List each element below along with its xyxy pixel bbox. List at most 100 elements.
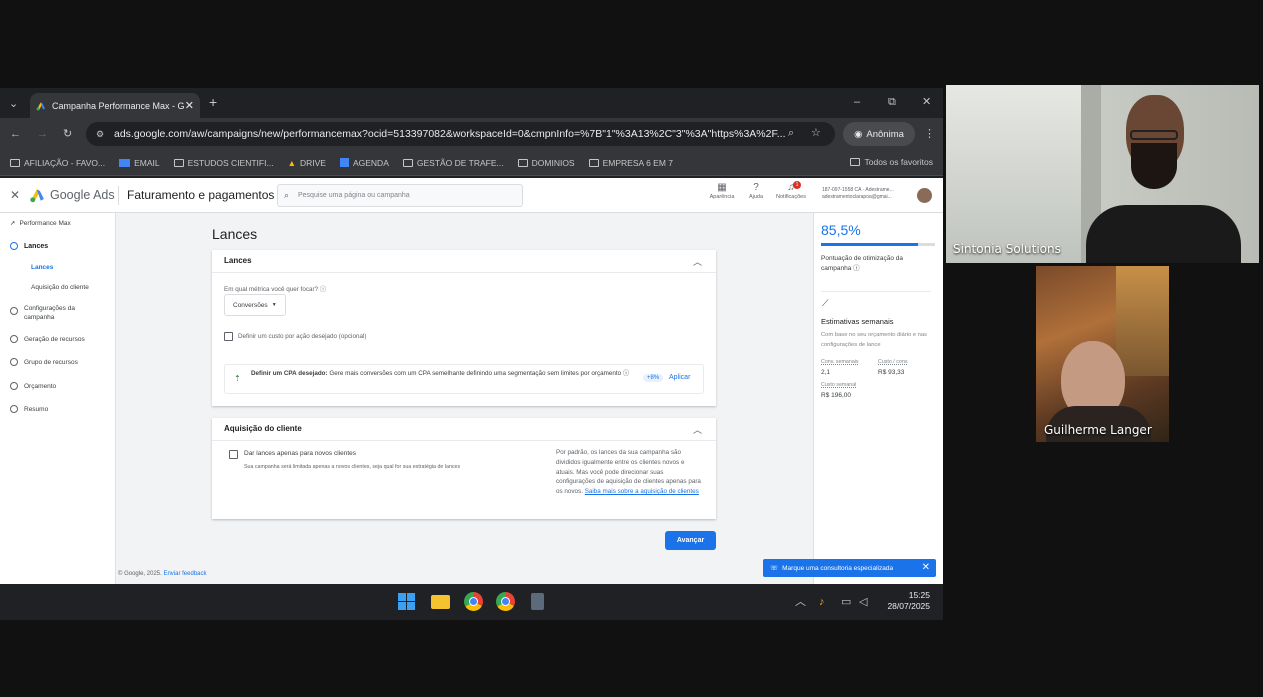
folder-icon xyxy=(850,158,861,166)
apply-button[interactable]: Aplicar xyxy=(669,374,690,381)
participant-name: Guilherme Langer xyxy=(1044,423,1152,437)
forward-icon[interactable]: → xyxy=(37,128,48,140)
zoom-icon[interactable]: ⌕ xyxy=(788,127,794,139)
background-light xyxy=(1116,266,1169,376)
close-window-icon[interactable]: ✕ xyxy=(922,96,931,108)
minimize-icon[interactable]: – xyxy=(854,96,860,108)
step-radio xyxy=(10,242,18,250)
estimates-desc: Com base no seu orçamento diário e nas c… xyxy=(821,332,928,348)
close-banner-icon[interactable]: ✕ xyxy=(922,562,930,573)
folder-icon xyxy=(173,158,184,167)
search-input[interactable]: ⌕ Pesquise uma página ou campanha xyxy=(277,184,523,207)
file-explorer-icon[interactable] xyxy=(431,595,450,609)
campaign-type-label: Performance Max xyxy=(19,220,71,227)
cpa-checkbox[interactable] xyxy=(224,332,233,341)
bookmark-star-icon[interactable]: ☆ xyxy=(811,127,821,139)
profile-button[interactable]: ◉ Anônima xyxy=(843,122,915,146)
bookmark-item[interactable]: AFILIAÇÃO - FAVO... xyxy=(10,158,105,168)
restore-icon[interactable]: ⧉ xyxy=(888,96,896,108)
clock[interactable]: 15:25 28/07/2025 xyxy=(878,590,930,612)
sidebar-item-label: Configurações da campanha xyxy=(24,305,75,321)
new-customers-checkbox[interactable] xyxy=(229,450,238,459)
next-button[interactable]: Avançar xyxy=(665,531,716,550)
google-ads-page: ✕ Google Ads Faturamento e pagamentos ⌕ … xyxy=(0,178,943,584)
estimates-title: Estimativas semanais xyxy=(821,317,894,326)
search-placeholder: Pesquise uma página ou campanha xyxy=(298,192,410,199)
help-icon: ? xyxy=(753,182,759,193)
step-radio xyxy=(10,358,18,366)
account-id: 187-097-1558 CA · Adestrame... xyxy=(822,187,894,193)
bookmark-item[interactable]: EMAIL xyxy=(119,158,160,168)
help-button[interactable]: ? Ajuda xyxy=(742,182,770,200)
sidebar-item-label: Orçamento xyxy=(24,383,57,390)
bookmark-item[interactable]: GESTÃO DE TRAFE... xyxy=(402,158,504,168)
appearance-icon: ▦ xyxy=(717,182,727,193)
chevron-up-icon[interactable]: ︿ xyxy=(693,423,702,436)
notifications-button[interactable]: ♫ Notificações 1 xyxy=(771,181,811,200)
recommendation-body: Gere mais conversões com um CPA semelhan… xyxy=(329,370,622,377)
network-icon[interactable]: ▭ xyxy=(841,596,851,608)
chevron-up-icon[interactable]: ︿ xyxy=(693,255,702,268)
close-icon[interactable]: ✕ xyxy=(10,188,20,202)
notifications-label: Notificações xyxy=(776,194,806,200)
copyright: © Google, 2025. xyxy=(118,571,162,577)
volume-icon[interactable]: ◁ xyxy=(859,596,867,608)
step-radio xyxy=(10,335,18,343)
menu-icon[interactable]: ⋮ xyxy=(924,128,935,140)
google-ads-favicon xyxy=(36,102,45,110)
trend-icon: ⟋ xyxy=(822,298,829,308)
address-bar[interactable]: ⚙ ads.google.com/aw/campaigns/new/perfor… xyxy=(86,122,835,146)
appearance-button[interactable]: ▦ Aparência xyxy=(706,182,738,200)
bookmark-item[interactable]: ▲ DRIVE xyxy=(288,158,326,168)
eyeglasses xyxy=(1130,130,1178,140)
help-circle-icon: ⓘ xyxy=(622,370,630,377)
browser-toolbar: ← → ↻ ⚙ ads.google.com/aw/campaigns/new/… xyxy=(0,118,943,150)
bookmark-label: ESTUDOS CIENTIFI... xyxy=(187,157,274,168)
tab-search-icon[interactable]: ⌄ xyxy=(9,98,18,110)
bookmark-item[interactable]: EMPRESA 6 EM 7 xyxy=(588,157,673,168)
bookmark-label: DRIVE xyxy=(299,157,326,168)
sidebar-item-label: Grupo de recursos xyxy=(24,359,78,366)
tab-close-icon[interactable]: ✕ xyxy=(185,99,194,112)
bookmark-item[interactable]: DOMINIOS xyxy=(517,158,575,168)
step-radio xyxy=(10,382,18,390)
folder-icon xyxy=(10,158,20,167)
new-tab-icon[interactable]: + xyxy=(209,95,217,109)
site-info-icon[interactable]: ⚙ xyxy=(96,128,104,140)
clock-time: 15:25 xyxy=(908,590,930,600)
back-icon[interactable]: ← xyxy=(10,128,21,140)
feedback-link[interactable]: Enviar feedback xyxy=(163,571,206,577)
all-bookmarks[interactable]: Todos os favoritos xyxy=(850,157,933,167)
campaign-type-icon: ➚ xyxy=(10,220,16,227)
uplift-badge: +8% xyxy=(643,374,664,382)
folder-icon xyxy=(402,158,413,167)
participant-video-tile[interactable]: Guilherme Langer xyxy=(1036,266,1169,442)
chrome-icon[interactable] xyxy=(464,592,483,611)
avatar[interactable] xyxy=(917,188,932,203)
account-info[interactable]: 187-097-1558 CA · Adestrame... adestrame… xyxy=(822,187,912,201)
chrome-icon[interactable] xyxy=(496,592,515,611)
section-title: Faturamento e pagamentos xyxy=(127,188,275,202)
bookmark-label: EMPRESA 6 EM 7 xyxy=(602,157,673,168)
bookmark-item[interactable]: AGENDA xyxy=(339,158,389,168)
participant-video-tile[interactable]: Sintonia Solutions xyxy=(946,85,1259,263)
bookmark-item[interactable]: ESTUDOS CIENTIFI... xyxy=(173,157,274,168)
windows-start-icon[interactable] xyxy=(398,593,415,610)
calculator-icon[interactable] xyxy=(531,593,544,610)
reload-icon[interactable]: ↻ xyxy=(63,128,72,140)
campaign-sidebar: ➚ Performance Max Lances Lances Aquisição… xyxy=(0,213,116,584)
person-shoulders xyxy=(1086,205,1241,263)
learn-more-link[interactable]: Saiba mais sobre a aquisição de clientes xyxy=(585,488,699,495)
microphone-icon[interactable]: ♪ xyxy=(819,596,825,608)
browser-tab[interactable]: Campanha Performance Max - G ✕ xyxy=(30,93,200,118)
step-radio xyxy=(10,307,18,315)
acquisition-card: Aquisição do cliente ︿ Dar lances apenas… xyxy=(212,418,716,519)
metric-select[interactable]: Conversões ▼ xyxy=(224,294,286,316)
cpa-checkbox-label: Definir um custo por ação desejado (opci… xyxy=(238,333,367,340)
tray-chevron-icon[interactable]: ︿ xyxy=(795,596,806,608)
help-circle-icon: ⓘ xyxy=(853,264,860,272)
account-email: adestramentoclarapoa@gmai... xyxy=(822,194,892,200)
folder-icon xyxy=(588,158,599,167)
acquisition-card-title: Aquisição do cliente xyxy=(224,424,302,433)
consultation-banner[interactable]: ☏ Marque uma consultoria especializada ✕ xyxy=(763,559,936,577)
